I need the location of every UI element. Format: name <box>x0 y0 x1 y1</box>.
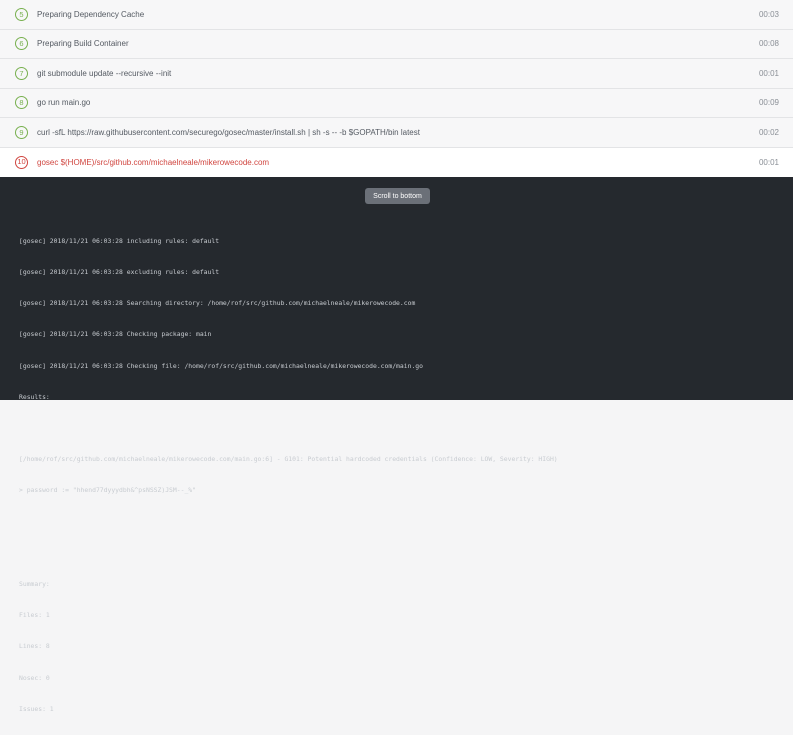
step-name: Preparing Build Container <box>37 39 129 49</box>
build-step-10[interactable]: 10 gosec $(HOME)/src/github.com/michaeln… <box>0 147 793 178</box>
step-number-badge: 6 <box>15 37 28 51</box>
build-step-7[interactable]: 7 git submodule update --recursive --ini… <box>0 59 793 89</box>
step-duration: 00:01 <box>758 157 779 167</box>
step-duration: 00:02 <box>758 127 779 137</box>
step-number-badge: 7 <box>15 66 28 80</box>
step-name: curl -sfL https://raw.githubusercontent.… <box>37 127 420 137</box>
log-line: Files: 1 <box>19 611 50 620</box>
log-line: [gosec] 2018/11/21 06:03:28 Searching di… <box>19 299 416 308</box>
log-line: Results: <box>19 392 50 401</box>
step-name: Preparing Dependency Cache <box>37 9 145 19</box>
build-steps-list: 5 Preparing Dependency Cache 00:03 6 Pre… <box>0 0 793 178</box>
step-number-badge: 5 <box>15 7 28 21</box>
step-name: go run main.go <box>37 98 91 108</box>
build-step-5[interactable]: 5 Preparing Dependency Cache 00:03 <box>0 0 793 30</box>
log-line: Summary: <box>19 580 50 589</box>
step-number-badge: 10 <box>15 155 28 169</box>
log-line: [/home/rof/src/github.com/michaelneale/m… <box>19 455 558 464</box>
build-step-8[interactable]: 8 go run main.go 00:09 <box>0 88 793 118</box>
scroll-to-bottom-button[interactable]: Scroll to bottom <box>365 188 430 204</box>
step-duration: 00:03 <box>758 9 779 19</box>
step-duration: 00:01 <box>758 68 779 78</box>
log-line: Lines: 8 <box>19 642 50 651</box>
log-line: [gosec] 2018/11/21 06:03:28 excluding ru… <box>19 268 220 277</box>
build-step-9[interactable]: 9 curl -sfL https://raw.githubuserconten… <box>0 118 793 148</box>
step-name: gosec $(HOME)/src/github.com/michaelneal… <box>37 157 270 167</box>
log-line: [gosec] 2018/11/21 06:03:28 Checking pac… <box>19 330 212 339</box>
log-output-panel[interactable]: Scroll to bottom [gosec] 2018/11/21 06:0… <box>0 177 793 713</box>
log-line: [gosec] 2018/11/21 06:03:28 Checking fil… <box>19 361 423 370</box>
log-line: Issues: 1 <box>19 704 54 713</box>
step-name: git submodule update --recursive --init <box>37 68 172 78</box>
log-line: [gosec] 2018/11/21 06:03:28 including ru… <box>19 236 220 245</box>
log-line: Nosec: 0 <box>19 673 50 682</box>
step-number-badge: 8 <box>15 96 28 110</box>
step-duration: 00:09 <box>758 98 779 108</box>
log-line: > password := "hhend77dyyydbh&^psNSSZ)JS… <box>19 486 196 495</box>
build-step-6[interactable]: 6 Preparing Build Container 00:08 <box>0 29 793 59</box>
step-duration: 00:08 <box>758 39 779 49</box>
log-lines: [gosec] 2018/11/21 06:03:28 including ru… <box>19 215 558 735</box>
step-number-badge: 9 <box>15 125 28 139</box>
